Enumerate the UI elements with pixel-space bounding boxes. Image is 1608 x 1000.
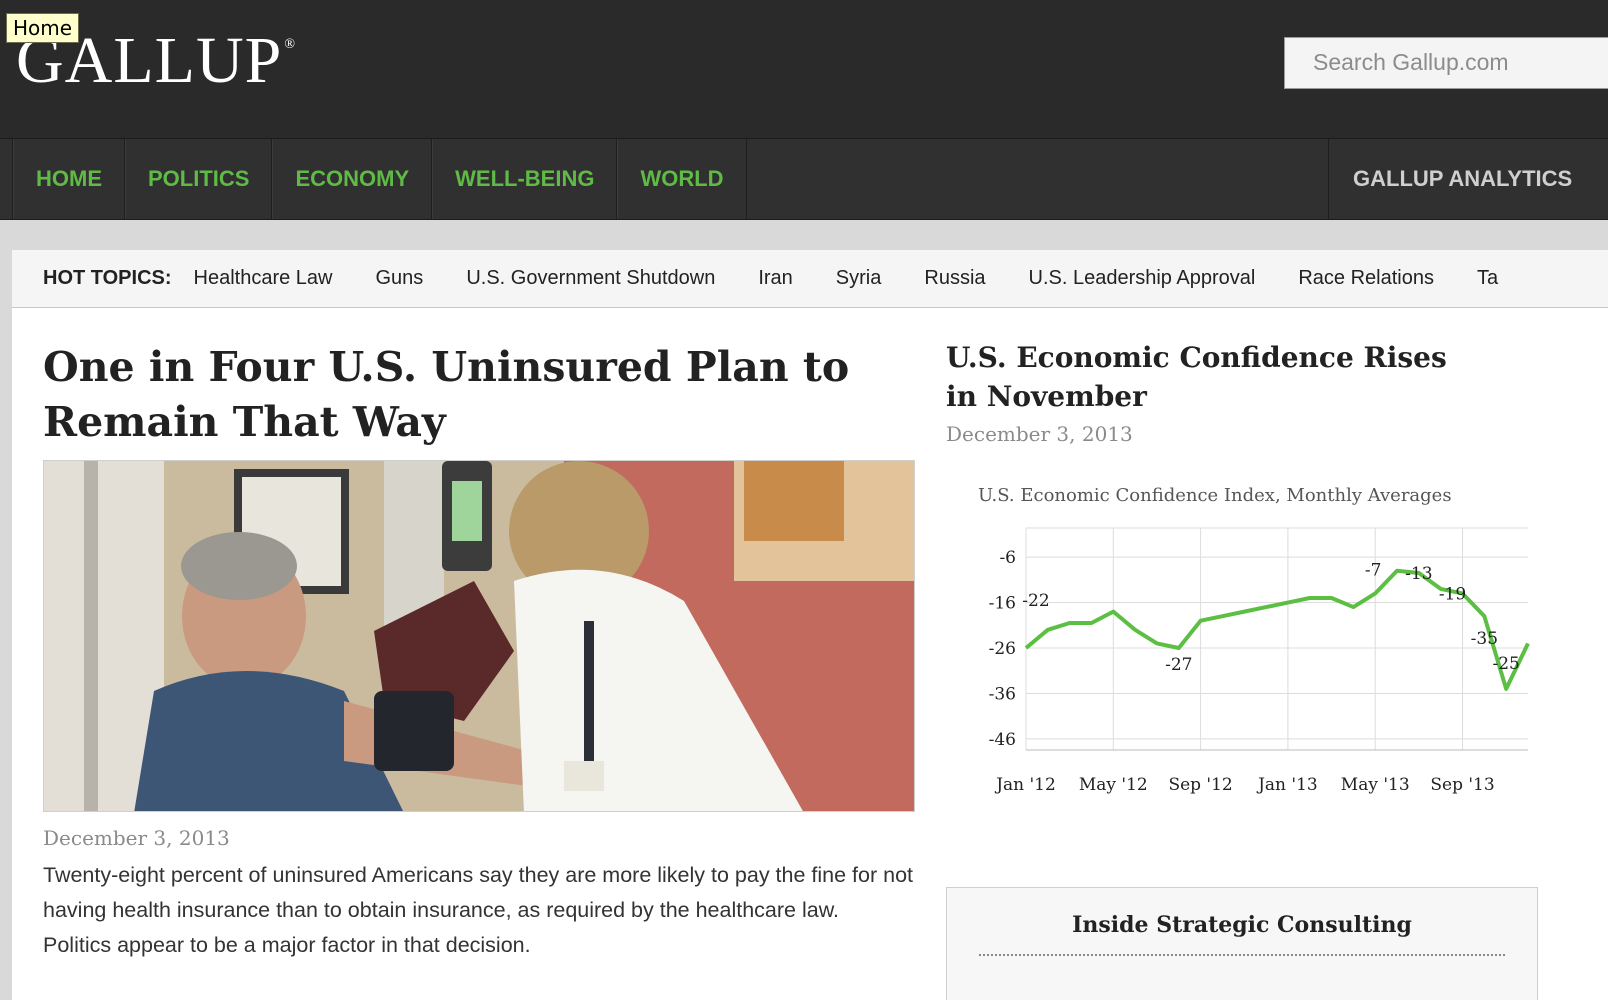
y-tick-label: -16 [989,594,1016,614]
hot-topic-government-shutdown[interactable]: U.S. Government Shutdown [466,267,715,290]
site-header: GALLUP ® Home Search Gallup.com [0,0,1608,138]
x-tick-label: May '12 [1079,775,1148,795]
nav-item-well-being[interactable]: WELL-BEING [432,139,618,219]
nav-list: HOME POLITICS ECONOMY WELL-BEING WORLD [12,139,747,219]
hot-topic-guns[interactable]: Guns [376,267,424,290]
chart-title: U.S. Economic Confidence Index, Monthly … [978,485,1452,506]
search-input[interactable]: Search Gallup.com [1284,37,1608,89]
hot-topic-race-relations[interactable]: Race Relations [1298,267,1434,290]
consulting-title[interactable]: Inside Strategic Consulting [947,912,1537,938]
y-tick-label: -6 [999,548,1016,568]
nav-item-gallup-analytics[interactable]: GALLUP ANALYTICS [1328,139,1572,219]
data-label: -19 [1439,584,1466,604]
home-tooltip: Home [6,13,80,43]
y-tick-label: -36 [989,684,1016,704]
hot-topic-iran[interactable]: Iran [758,267,792,290]
x-tick-label: Jan '13 [1256,775,1318,795]
nav-item-world[interactable]: WORLD [617,139,747,219]
economic-confidence-chart[interactable]: U.S. Economic Confidence Index, Monthly … [958,468,1558,808]
x-tick-label: May '13 [1341,775,1410,795]
side-story-date: December 3, 2013 [946,422,1133,446]
x-tick-label: Sep '13 [1430,775,1494,795]
registered-mark: ® [284,37,296,52]
nav-item-economy[interactable]: ECONOMY [272,139,433,219]
hot-topic-russia[interactable]: Russia [924,267,985,290]
hot-topic-truncated[interactable]: Ta [1477,267,1498,290]
hot-topic-healthcare-law[interactable]: Healthcare Law [194,267,333,290]
main-story-photo[interactable] [43,460,915,812]
x-tick-label: Jan '12 [994,775,1056,795]
chart-labels: U.S. Economic Confidence Index, Monthly … [978,485,1520,795]
data-label: -35 [1471,629,1498,649]
hot-topic-syria[interactable]: Syria [836,267,882,290]
hot-topics-label: HOT TOPICS: [43,267,172,289]
inside-strategic-consulting-box: Inside Strategic Consulting [946,887,1538,1000]
hot-topics-bar: HOT TOPICS: Healthcare Law Guns U.S. Gov… [12,250,1608,308]
hot-topic-leadership-approval[interactable]: U.S. Leadership Approval [1029,267,1256,290]
chart-svg: U.S. Economic Confidence Index, Monthly … [978,485,1530,795]
y-tick-label: -46 [989,730,1016,750]
data-label: -22 [1022,591,1049,611]
nav-item-home[interactable]: HOME [13,139,125,219]
content-area: One in Four U.S. Uninsured Plan to Remai… [12,308,1608,1000]
clinic-photo-illustration [44,461,914,811]
main-story-date: December 3, 2013 [43,826,230,850]
chart-grid [1025,527,1528,751]
main-nav: HOME POLITICS ECONOMY WELL-BEING WORLD G… [0,138,1608,220]
dotted-divider [979,954,1505,956]
data-label: -27 [1165,655,1192,675]
y-tick-label: -26 [989,639,1016,659]
data-label: -7 [1365,560,1382,580]
data-label: -13 [1405,564,1432,584]
side-story-title[interactable]: U.S. Economic Confidence Rises in Novemb… [946,338,1466,416]
main-story-title[interactable]: One in Four U.S. Uninsured Plan to Remai… [43,340,923,450]
x-tick-label: Sep '12 [1168,775,1232,795]
nav-item-politics[interactable]: POLITICS [125,139,273,219]
main-story-summary: Twenty-eight percent of uninsured Americ… [43,863,914,957]
data-label: -25 [1492,654,1519,674]
